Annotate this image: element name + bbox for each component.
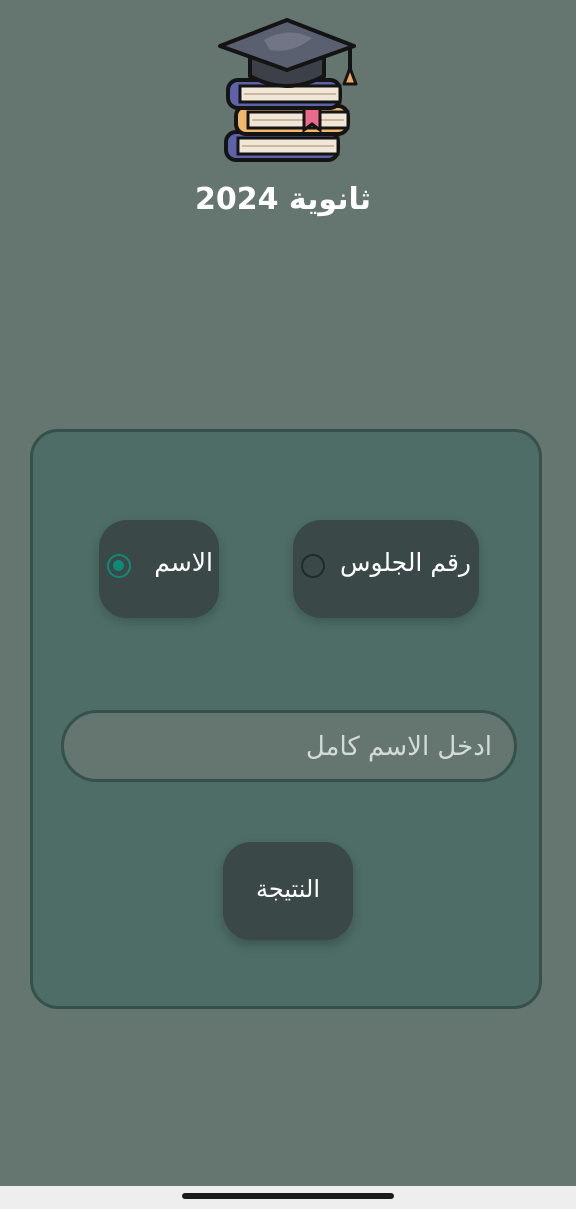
app-screen: ثانوية 2024 رقم الجلوس الاسم النتيجة: [0, 0, 576, 1186]
name-label: الاسم: [154, 548, 213, 577]
graduation-cap-books-icon: [218, 18, 358, 162]
radio-selected-icon[interactable]: [107, 554, 131, 578]
seat-number-label: رقم الجلوس: [339, 548, 471, 577]
name-input-container[interactable]: [61, 710, 517, 782]
seat-number-option[interactable]: رقم الجلوس: [293, 520, 479, 618]
home-indicator[interactable]: [182, 1193, 394, 1199]
search-card: رقم الجلوس الاسم النتيجة: [30, 429, 542, 1009]
result-button[interactable]: النتيجة: [223, 842, 353, 940]
name-input[interactable]: [84, 721, 494, 773]
app-title: ثانوية 2024: [194, 182, 371, 217]
radio-unselected-icon[interactable]: [301, 554, 325, 578]
name-option[interactable]: الاسم: [99, 520, 219, 618]
